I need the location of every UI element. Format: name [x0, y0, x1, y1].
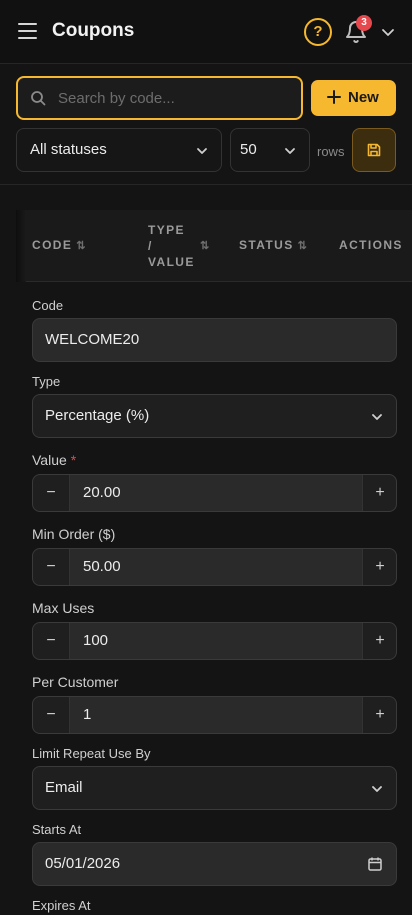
max-uses-input[interactable]: 100	[69, 623, 363, 659]
column-value-label: VALUE	[148, 255, 195, 269]
table-header: CODE ⇅ TYPE / VALUE ⇅ STATUS ⇅ ACTIONS	[16, 210, 412, 282]
per-customer-stepper[interactable]: − 1 +	[32, 696, 397, 734]
save-button[interactable]	[352, 128, 396, 172]
save-icon	[367, 143, 381, 157]
per-customer-decrement-button[interactable]: −	[33, 697, 69, 733]
type-label: Type	[32, 374, 61, 389]
min-order-decrement-button[interactable]: −	[33, 549, 69, 585]
page-title: Coupons	[52, 20, 135, 41]
code-input[interactable]: WELCOME20	[32, 318, 397, 362]
search-box[interactable]	[16, 76, 303, 120]
value-decrement-button[interactable]: −	[33, 475, 69, 511]
calendar-icon[interactable]	[367, 856, 383, 872]
plus-icon	[327, 90, 341, 104]
chevron-down-icon	[372, 786, 382, 792]
column-header-status[interactable]: STATUS ⇅	[239, 238, 307, 252]
limit-repeat-select[interactable]: Email	[32, 766, 397, 810]
expires-at-label: Expires At	[32, 898, 91, 913]
min-order-label: Min Order ($)	[32, 526, 116, 542]
column-type-label: TYPE	[148, 223, 185, 237]
per-customer-label: Per Customer	[32, 674, 119, 690]
required-marker: *	[70, 452, 77, 468]
chevron-down-icon	[372, 414, 382, 420]
help-icon[interactable]: ?	[304, 18, 332, 46]
status-filter-value: All statuses	[30, 141, 107, 158]
menu-icon[interactable]	[18, 23, 38, 41]
scroll-shadow	[16, 210, 26, 282]
max-uses-increment-button[interactable]: +	[363, 623, 396, 659]
search-input[interactable]	[58, 78, 296, 118]
rows-per-page-select[interactable]: 50	[230, 128, 310, 172]
code-label: Code	[32, 298, 64, 313]
value-increment-button[interactable]: +	[363, 475, 396, 511]
starts-at-date-input[interactable]: 05/01/2026	[32, 842, 397, 886]
value-label: Value *	[32, 452, 76, 468]
toolbar: New All statuses 50 rows	[0, 64, 412, 185]
notification-badge: 3	[356, 15, 372, 31]
limit-repeat-label: Limit Repeat Use By	[32, 746, 151, 761]
rows-per-page-value: 50	[240, 141, 257, 158]
chevron-down-icon	[285, 148, 295, 154]
new-button-label: New	[348, 89, 379, 106]
chevron-down-icon	[197, 148, 207, 154]
value-stepper[interactable]: − 20.00 +	[32, 474, 397, 512]
max-uses-stepper[interactable]: − 100 +	[32, 622, 397, 660]
rows-label: rows	[317, 144, 345, 159]
app-header: Coupons ? 3	[0, 0, 412, 64]
max-uses-label: Max Uses	[32, 600, 95, 616]
sort-icon: ⇅	[297, 240, 307, 252]
per-customer-input[interactable]: 1	[69, 697, 363, 733]
type-select-value: Percentage (%)	[45, 407, 150, 424]
max-uses-decrement-button[interactable]: −	[33, 623, 69, 659]
column-status-label: STATUS	[239, 238, 294, 252]
new-coupon-button[interactable]: New	[311, 80, 396, 116]
sort-icon: ⇅	[76, 240, 86, 252]
column-header-actions: ACTIONS	[339, 238, 403, 252]
column-header-code[interactable]: CODE ⇅	[32, 238, 86, 252]
limit-repeat-value: Email	[45, 779, 83, 796]
column-type-separator: /	[148, 239, 153, 253]
search-icon	[31, 91, 46, 106]
min-order-stepper[interactable]: − 50.00 +	[32, 548, 397, 586]
column-header-type-value[interactable]: TYPE / VALUE ⇅	[148, 222, 210, 270]
coupon-edit-form: Code WELCOME20 Type Percentage (%) Value…	[16, 283, 412, 915]
starts-at-label: Starts At	[32, 822, 82, 837]
sort-icon: ⇅	[200, 240, 210, 252]
type-select[interactable]: Percentage (%)	[32, 394, 397, 438]
value-label-text: Value	[32, 452, 67, 468]
per-customer-increment-button[interactable]: +	[363, 697, 396, 733]
min-order-input[interactable]: 50.00	[69, 549, 363, 585]
status-filter-select[interactable]: All statuses	[16, 128, 222, 172]
account-chevron-down-icon[interactable]	[380, 24, 396, 40]
value-input[interactable]: 20.00	[69, 475, 363, 511]
starts-at-value: 05/01/2026	[45, 855, 121, 872]
column-code-label: CODE	[32, 238, 73, 252]
min-order-increment-button[interactable]: +	[363, 549, 396, 585]
